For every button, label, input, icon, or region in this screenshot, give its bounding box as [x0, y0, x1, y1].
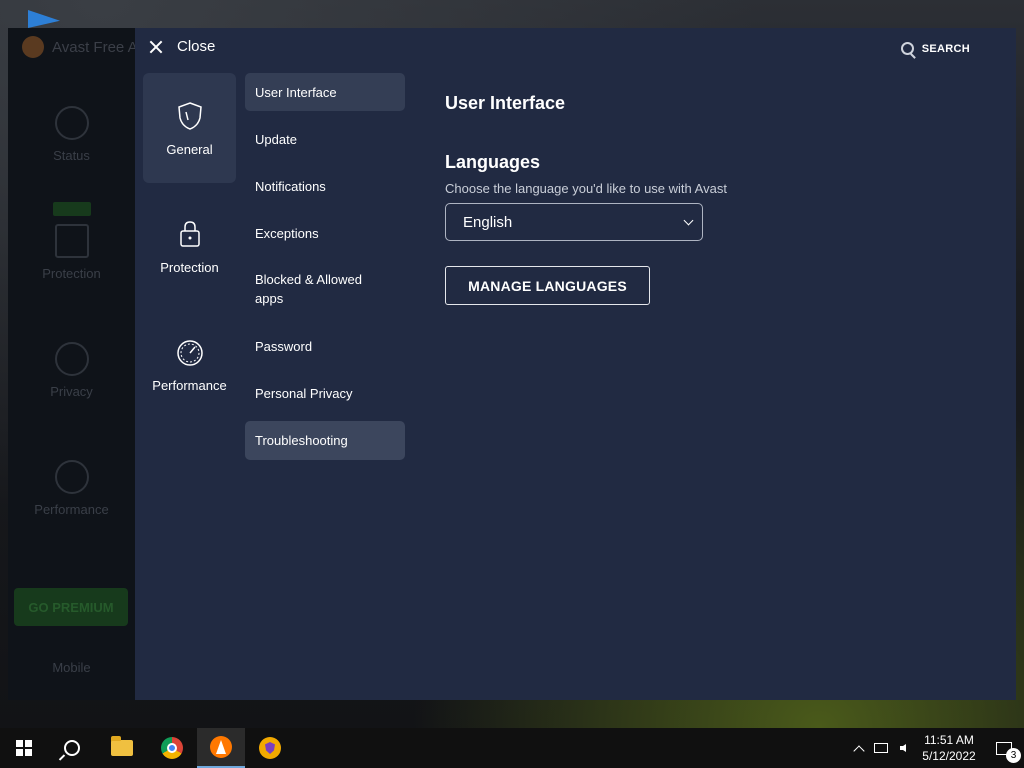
category-protection-label: Protection	[160, 259, 219, 275]
lock-icon	[54, 224, 89, 258]
search-button[interactable]: SEARCH	[900, 42, 970, 55]
app-title: Avast Free A	[22, 36, 138, 58]
languages-description: Choose the language you'd like to use wi…	[445, 181, 727, 196]
new-badge	[53, 202, 91, 216]
category-general-label: General	[166, 141, 213, 157]
search-icon	[900, 42, 914, 55]
chrome-button[interactable]	[148, 728, 196, 768]
file-explorer-button[interactable]	[98, 728, 146, 768]
subnav-blocked-allowed-apps[interactable]: Blocked & Allowed apps	[245, 266, 405, 312]
subnav-label: Blocked & Allowed apps	[255, 272, 362, 306]
nav-performance[interactable]: Performance	[8, 460, 135, 517]
nav-privacy[interactable]: Privacy	[8, 342, 135, 399]
category-performance[interactable]: Performance	[143, 309, 236, 419]
search-icon	[64, 740, 80, 756]
clock[interactable]: 11:51 AM 5/12/2022	[914, 732, 984, 764]
taskbar-search-button[interactable]	[48, 728, 96, 768]
main-left-nav: Status Protection Privacy Performance GO…	[8, 78, 135, 700]
nav-protection[interactable]: Protection	[8, 224, 135, 281]
close-button[interactable]: Close	[149, 38, 215, 55]
gauge-icon	[54, 460, 89, 494]
show-hidden-icons-button[interactable]	[848, 728, 870, 768]
settings-panel: Close SEARCH General Protection Performa…	[135, 28, 1016, 700]
subnav-label: Exceptions	[255, 225, 319, 241]
avast-secure-browser-icon	[259, 737, 281, 759]
chevron-down-icon	[683, 215, 694, 225]
subnav-label: User Interface	[255, 84, 337, 100]
clock-time: 11:51 AM	[924, 733, 974, 747]
nav-privacy-label: Privacy	[50, 384, 93, 399]
start-button[interactable]	[0, 728, 48, 768]
category-general[interactable]: General	[143, 73, 236, 183]
volume-button[interactable]	[892, 728, 914, 768]
languages-heading: Languages	[445, 152, 541, 172]
lock-icon	[179, 220, 200, 247]
fingerprint-icon	[54, 342, 89, 376]
avast-icon	[210, 736, 232, 758]
subnav-label: Password	[255, 338, 313, 354]
close-label: Close	[177, 38, 216, 55]
status-icon	[54, 106, 89, 140]
system-tray: 11:51 AM 5/12/2022 3	[848, 728, 1024, 768]
subnav-exceptions[interactable]: Exceptions	[245, 214, 405, 252]
avast-taskbar-button[interactable]	[197, 728, 245, 768]
subnav-label: Update	[255, 131, 297, 147]
category-protection[interactable]: Protection	[143, 191, 236, 301]
search-label: SEARCH	[921, 42, 970, 55]
mobile-label: Mobile	[52, 660, 91, 675]
shield-icon	[177, 101, 202, 130]
taskbar: 11:51 AM 5/12/2022 3	[0, 728, 1024, 768]
nav-status-label: Status	[53, 148, 90, 163]
subnav-troubleshooting[interactable]: Troubleshooting	[245, 421, 405, 460]
windows-logo-icon	[16, 740, 32, 756]
app-title-text: Avast Free A	[52, 38, 138, 56]
desktop-icon-fragment[interactable]	[28, 10, 60, 28]
go-premium-button[interactable]: GO PREMIUM	[14, 588, 128, 626]
clock-date: 5/12/2022	[922, 749, 976, 763]
category-performance-label: Performance	[152, 377, 227, 393]
subnav-user-interface[interactable]: User Interface	[245, 73, 405, 111]
avast-logo-icon	[22, 36, 44, 58]
subnav-update[interactable]: Update	[245, 120, 405, 158]
subnav-notifications[interactable]: Notifications	[245, 167, 405, 205]
close-icon	[149, 40, 163, 54]
section-title: User Interface	[445, 93, 566, 113]
nav-performance-label: Performance	[34, 502, 109, 517]
subnav-label: Notifications	[255, 178, 326, 194]
chevron-up-icon	[853, 744, 865, 757]
subnav-label: Troubleshooting	[255, 433, 348, 448]
manage-languages-button[interactable]: MANAGE LANGUAGES	[445, 266, 650, 305]
volume-icon	[900, 744, 906, 752]
mobile-link[interactable]: Mobile	[8, 660, 135, 675]
gauge-icon	[176, 339, 203, 366]
file-explorer-icon	[111, 736, 133, 756]
language-select-value: English	[463, 213, 513, 231]
subnav-password[interactable]: Password	[245, 327, 405, 365]
action-center-button[interactable]: 3	[984, 728, 1024, 768]
network-button[interactable]	[870, 728, 892, 768]
network-icon	[874, 743, 888, 753]
notification-count-badge: 3	[1006, 748, 1021, 763]
nav-protection-label: Protection	[42, 266, 101, 281]
language-select[interactable]: English	[445, 203, 703, 241]
avast-browser-button[interactable]	[246, 728, 294, 768]
subnav-label: Personal Privacy	[255, 385, 353, 401]
nav-status[interactable]: Status	[8, 106, 135, 163]
subnav-personal-privacy[interactable]: Personal Privacy	[245, 374, 405, 412]
chrome-icon	[161, 737, 183, 759]
